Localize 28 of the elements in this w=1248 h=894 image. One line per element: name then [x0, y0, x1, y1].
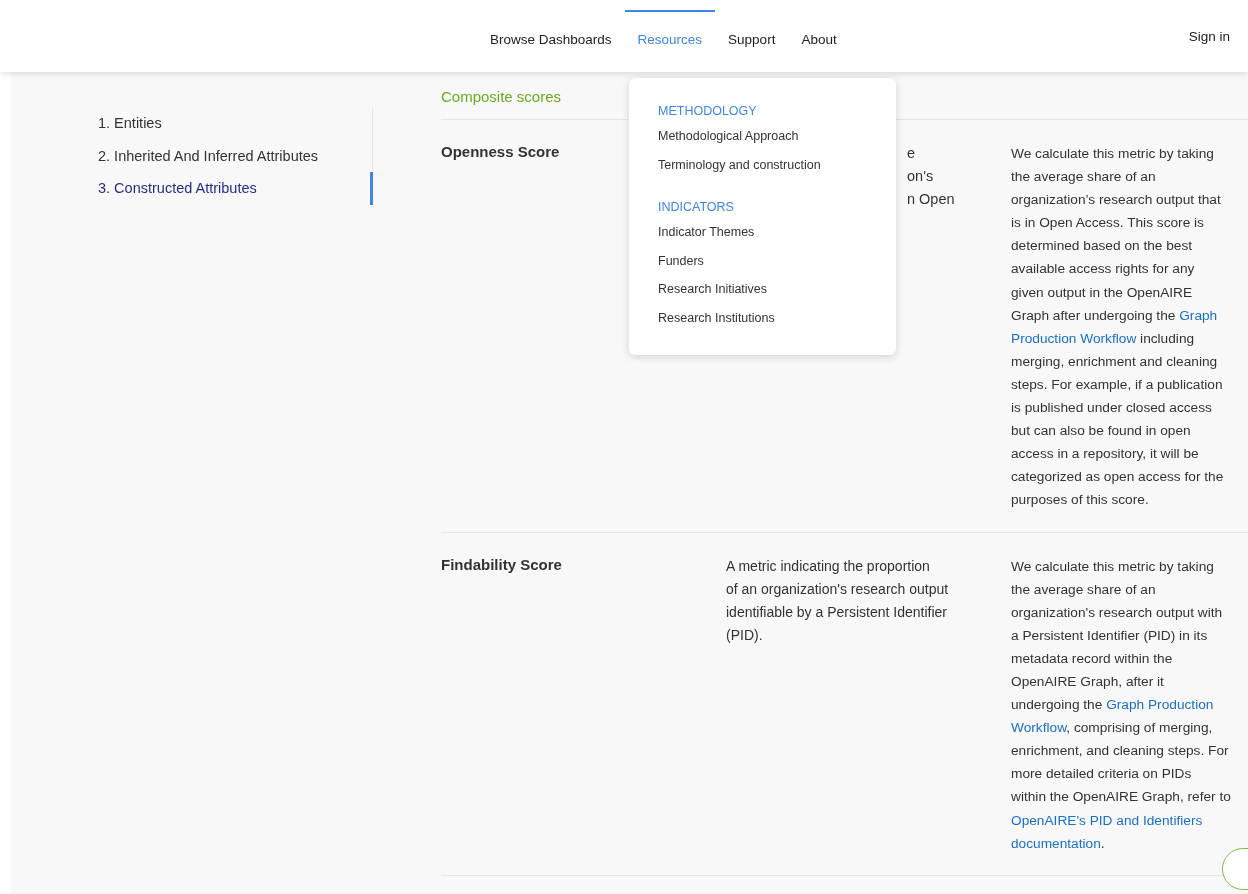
- sidebar-item[interactable]: 1. Entities: [98, 107, 373, 140]
- sidebar-item[interactable]: 2. Inherited And Inferred Attributes: [98, 139, 373, 172]
- menu-item[interactable]: Research Institutions: [658, 303, 896, 332]
- nav-link[interactable]: Support: [715, 10, 789, 72]
- nav-link[interactable]: Browse Dashboards: [477, 10, 625, 72]
- nav-link[interactable]: About: [788, 10, 850, 72]
- menu-heading: METHODOLOGY: [658, 103, 758, 120]
- text-link[interactable]: Graph Production: [1106, 697, 1214, 713]
- menu-heading: INDICATORS: [658, 199, 735, 216]
- definition-text: on's: [907, 167, 935, 186]
- definition-text: e: [907, 144, 917, 163]
- row-title: Openness Score: [441, 142, 561, 162]
- definition-text: n Open: [907, 190, 956, 209]
- text-link[interactable]: Graph: [1179, 307, 1218, 323]
- menu-item[interactable]: Funders: [658, 246, 896, 275]
- sign-in-link[interactable]: Sign in: [1188, 28, 1230, 44]
- sidebar-item[interactable]: 3. Constructed Attributes: [98, 172, 373, 205]
- row-title: Findability Score: [441, 554, 563, 575]
- definition-text: A metric indicating the proportion of an organization's research output identifiable by a Persistent Identifier (PID).: [726, 556, 950, 645]
- text-link[interactable]: OpenAIRE's PID and Identifiers: [1011, 812, 1203, 828]
- menu-item[interactable]: Indicator Themes: [658, 218, 896, 247]
- menu-item[interactable]: Research Initiatives: [658, 275, 896, 304]
- menu-item[interactable]: Terminology and construction: [658, 150, 896, 179]
- description-text: We calculate this metric by taking the average share of an organization's research output with a Persistent Identifier (PID) in its metadata record within the OpenAIRE Graph, after it undergoing the Graph Production Workflow, comprising of merging, enrichment, and cleaning steps. For more detailed criteria on PIDs within the OpenAIRE Graph, refer to OpenAIRE's PID and Identifiers documentation.: [1011, 557, 1232, 853]
- menu-item[interactable]: Methodological Approach: [658, 122, 896, 151]
- text-link[interactable]: Production Workflow: [1011, 330, 1137, 346]
- text-link[interactable]: documentation: [1011, 835, 1101, 851]
- description-text: We calculate this metric by taking the average share of an organization’s research output that is in Open Access. This score is determined based on the best available access rights for any given output in the OpenAIRE Graph after undergoing the Graph Production Workflow including merging, enrichment and cleaning steps. For example, if a publication is published under closed access but can also be found in open access in a repository, it will be categorized as open access for the purposes of this score.: [1011, 145, 1225, 510]
